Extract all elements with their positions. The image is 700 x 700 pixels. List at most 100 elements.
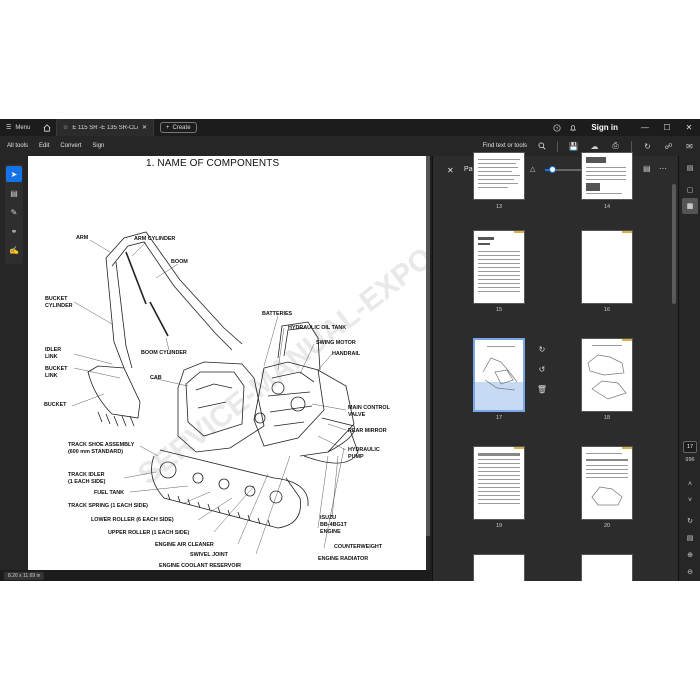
- label-engine-radiator: ENGINE RADIATOR: [318, 556, 368, 562]
- menu-convert[interactable]: Convert: [53, 143, 81, 149]
- trash-icon[interactable]: 🗑: [533, 380, 551, 398]
- menu-all-tools[interactable]: All tools: [0, 143, 28, 149]
- label-cab: CAB: [150, 375, 162, 381]
- pages-grid-icon[interactable]: ▦: [682, 198, 698, 214]
- page-thumbnail[interactable]: [473, 446, 525, 520]
- page-thumbnail[interactable]: [581, 446, 633, 520]
- page-thumbnail[interactable]: [473, 230, 525, 304]
- email-icon[interactable]: ✉: [679, 136, 700, 156]
- document-view: SERVICE-MANUAL-EXPO.COM ARM ARM CYLINDER…: [28, 156, 430, 570]
- label-hydraulic-pump: HYDRAULIC: [348, 447, 380, 453]
- maximize-icon[interactable]: ☐: [656, 119, 678, 136]
- page-number-label: 19: [495, 523, 503, 529]
- insert-page-icon[interactable]: ▤: [643, 164, 651, 173]
- label-isuzu-2: BB-4BG1T: [320, 522, 348, 528]
- divider: [557, 140, 558, 152]
- page-thumbnail[interactable]: [473, 554, 525, 581]
- chevron-up-icon[interactable]: ˄: [682, 476, 698, 492]
- page-thumbnail-selected[interactable]: [473, 338, 525, 412]
- rotate-clockwise-icon[interactable]: ↻: [533, 340, 551, 358]
- label-engine-air-cleaner: ENGINE AIR CLEANER: [155, 542, 214, 548]
- label-arm-cylinder: ARM CYLINDER: [134, 236, 175, 242]
- bell-icon[interactable]: [565, 119, 581, 136]
- label-track-spring: TRACK SPRING (1 EACH SIDE): [68, 503, 148, 509]
- more-options-icon[interactable]: ⋯: [659, 164, 667, 173]
- pages-panel: ✕ Pages △ ▲ ▤ ⋯ 13 14: [432, 152, 678, 581]
- pages-scrollbar[interactable]: [671, 184, 677, 564]
- label-track-idler: TRACK IDLER: [68, 472, 105, 478]
- label-track-idler-2: (1 EACH SIDE): [68, 479, 106, 485]
- select-tool-icon[interactable]: ➤: [6, 166, 22, 182]
- label-lower-roller: LOWER ROLLER (6 EACH SIDE): [91, 517, 174, 523]
- label-swivel-joint: SWIVEL JOINT: [190, 552, 229, 558]
- comment-tool-icon[interactable]: ▤: [6, 185, 22, 201]
- chevron-down-icon[interactable]: ˅: [682, 492, 698, 508]
- page-thumbnail[interactable]: [581, 152, 633, 200]
- label-isuzu-3: ENGINE: [320, 529, 341, 535]
- pdf-page: SERVICE-MANUAL-EXPO.COM ARM ARM CYLINDER…: [28, 156, 426, 570]
- rotate-counterclockwise-icon[interactable]: ↺: [533, 360, 551, 378]
- thumbnail-diagram: [482, 357, 518, 391]
- close-icon[interactable]: ✕: [447, 166, 454, 175]
- page-thumbnail[interactable]: [473, 152, 525, 200]
- label-hydraulic-pump-2: PUMP: [348, 454, 364, 460]
- page-thumbnail[interactable]: [581, 230, 633, 304]
- close-tab-icon[interactable]: ✕: [142, 124, 147, 131]
- zoom-in-magnifier-icon[interactable]: ⊕: [682, 547, 698, 563]
- close-window-icon[interactable]: ✕: [678, 119, 700, 136]
- document-tab[interactable]: ☆ E 115 SR -E 135 SR-CLAW... ✕: [56, 119, 154, 136]
- scroll-thumb[interactable]: [672, 184, 676, 304]
- star-icon[interactable]: ☆: [63, 124, 68, 131]
- label-batteries: BATTERIES: [262, 311, 293, 317]
- lasso-draw-icon[interactable]: ⚭: [6, 223, 22, 239]
- page-number-label: 16: [603, 307, 611, 313]
- label-main-control-valve: MAIN CONTROL: [348, 405, 391, 411]
- right-rail: ▤ ▢ ▦ 17 996 ˄ ˅ ↻ ▤ ⊕ ⊖: [678, 156, 700, 581]
- fill-sign-icon[interactable]: ✍: [6, 242, 22, 258]
- slider-knob[interactable]: [549, 166, 556, 173]
- create-button[interactable]: + Create: [160, 122, 197, 133]
- page-number-label: 15: [495, 307, 503, 313]
- titlebar-right: ? Sign in — ☐ ✕: [549, 119, 700, 136]
- find-text-label[interactable]: Find text or tools: [483, 143, 527, 149]
- home-button[interactable]: [38, 119, 56, 136]
- zoom-out-magnifier-icon[interactable]: ⊖: [682, 564, 698, 580]
- menu-label: Menu: [15, 124, 31, 131]
- bookmark-icon[interactable]: ▢: [682, 182, 698, 198]
- fit-page-icon[interactable]: ▤: [682, 530, 698, 546]
- search-icon[interactable]: [531, 136, 552, 156]
- minimize-icon[interactable]: —: [634, 119, 656, 136]
- page-thumbnail[interactable]: [581, 554, 633, 581]
- label-isuzu: ISUZU: [320, 515, 336, 521]
- excavator-drawing: [87, 231, 359, 529]
- label-bucket: BUCKET: [44, 402, 67, 408]
- label-boom: BOOM: [171, 259, 188, 265]
- scroll-thumb[interactable]: [426, 156, 430, 536]
- label-engine-coolant-reservoir: ENGINE COOLANT RESERVOIR: [159, 563, 241, 569]
- menu-button[interactable]: ☰ Menu: [0, 119, 38, 136]
- link-icon[interactable]: ☍: [658, 136, 679, 156]
- label-counterweight: COUNTERWEIGHT: [334, 544, 383, 550]
- label-idler-link-2: LINK: [45, 354, 58, 360]
- label-hydraulic-oil-tank: HYDRAULIC OIL TANK: [288, 325, 346, 331]
- page-thumbnail[interactable]: [581, 338, 633, 412]
- help-icon[interactable]: ?: [549, 119, 565, 136]
- sign-in-button[interactable]: Sign in: [591, 123, 618, 132]
- zoom-out-icon[interactable]: △: [530, 165, 535, 173]
- share-icon[interactable]: ↻: [637, 136, 658, 156]
- current-page-field[interactable]: 17: [683, 441, 697, 453]
- label-fuel-tank: FUEL TANK: [94, 490, 124, 496]
- comment-icon[interactable]: ▤: [682, 160, 698, 176]
- label-rear-mirror: REAR MIRROR: [348, 428, 387, 434]
- svg-text:?: ?: [556, 125, 559, 131]
- label-arm: ARM: [76, 235, 89, 241]
- label-main-control-valve-2: VALVE: [348, 412, 366, 418]
- refresh-icon[interactable]: ↻: [682, 513, 698, 529]
- page-number-label: 17: [495, 415, 503, 421]
- hamburger-icon: ☰: [6, 125, 12, 131]
- menu-sign[interactable]: Sign: [85, 143, 104, 149]
- document-scrollbar[interactable]: [426, 156, 430, 570]
- tab-title: E 115 SR -E 135 SR-CLAW...: [72, 124, 138, 131]
- highlight-pen-icon[interactable]: ✎: [6, 204, 22, 220]
- menu-edit[interactable]: Edit: [32, 143, 49, 149]
